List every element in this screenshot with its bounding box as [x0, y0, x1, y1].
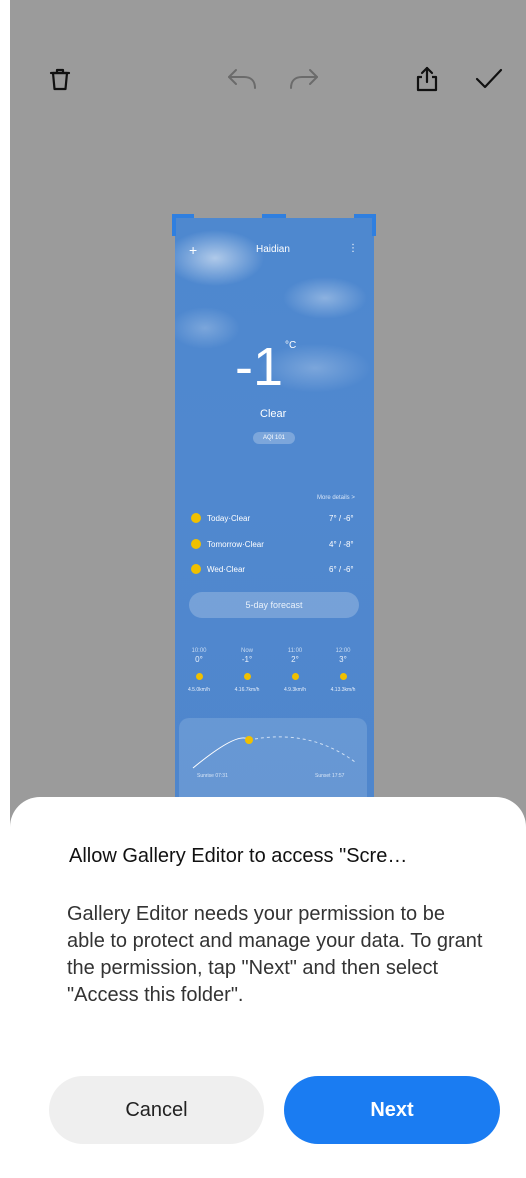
undo-icon[interactable] — [225, 62, 259, 96]
sun-icon — [191, 539, 201, 549]
sunrise-time: Sunrise 07:31 — [197, 773, 228, 779]
five-day-forecast-label: 5-day forecast — [245, 600, 303, 610]
aqi-label: AQI 101 — [262, 435, 285, 441]
confirm-icon[interactable] — [472, 62, 506, 96]
hour-time: 11:00 — [287, 648, 303, 654]
daily-label: Today·Clear — [207, 514, 251, 523]
hour-temp: 3° — [339, 655, 347, 664]
hour-time: 12:00 — [335, 648, 351, 654]
share-icon[interactable] — [410, 62, 444, 96]
city-name: Haidian — [256, 244, 290, 255]
sun-icon — [291, 673, 299, 680]
more-details-link: More details > — [317, 495, 355, 501]
hourly-column: 10:00 0° 4.5.0km/h — [179, 648, 219, 693]
hourly-column: 12:00 3° 4.13.3km/h — [323, 648, 363, 693]
daily-range: 4° / -8° — [329, 540, 354, 549]
sun-icon — [195, 673, 203, 680]
crop-handle-top-center[interactable] — [262, 214, 286, 218]
hour-temp: -1° — [241, 655, 253, 664]
sunset-time: Sunset 17:57 — [315, 773, 345, 779]
sun-icon — [191, 513, 201, 523]
hour-temp: 0° — [195, 655, 203, 664]
hour-time: Now — [240, 648, 253, 654]
daily-label: Wed·Clear — [207, 565, 246, 574]
hour-time: 10:00 — [191, 648, 207, 654]
cancel-button[interactable]: Cancel — [49, 1076, 264, 1144]
more-menu-icon: ⋮ — [348, 243, 358, 254]
hour-temp: 2° — [291, 655, 299, 664]
screenshot-preview[interactable]: + Haidian ⋮ -1 °C Clear AQI 101 More det… — [175, 218, 374, 818]
weather-condition: Clear — [260, 408, 287, 420]
dialog-message: Gallery Editor needs your permission to … — [67, 903, 483, 1006]
hour-wind: 4.13.3km/h — [330, 687, 356, 693]
hour-wind: 4.16.7km/h — [234, 687, 260, 693]
daily-range: 7° / -6° — [329, 514, 354, 523]
crop-handle-top-left-vertical[interactable] — [172, 214, 176, 236]
next-button[interactable]: Next — [284, 1076, 500, 1144]
sun-icon — [339, 673, 347, 680]
five-day-forecast-button: 5-day forecast — [189, 592, 359, 618]
sun-icon — [191, 564, 201, 574]
temperature-unit: °C — [285, 340, 297, 351]
hourly-column: Now -1° 4.16.7km/h — [227, 648, 267, 693]
hour-wind: 4.5.0km/h — [188, 687, 210, 693]
hourly-column: 11:00 2° 4.9.3km/h — [275, 648, 315, 693]
daily-range: 6° / -6° — [329, 565, 354, 574]
redo-icon[interactable] — [287, 62, 321, 96]
permission-dialog: Allow Gallery Editor to access "Scre… Ga… — [10, 797, 526, 1178]
crop-handle-top-right-vertical[interactable] — [372, 214, 376, 236]
left-edge — [0, 0, 10, 1178]
delete-icon[interactable] — [43, 62, 77, 96]
hour-wind: 4.9.3km/h — [284, 687, 306, 693]
add-city-icon: + — [189, 242, 198, 258]
aqi-badge: AQI 101 — [253, 432, 295, 444]
temperature-value: -1 — [235, 337, 284, 397]
sun-icon — [243, 673, 251, 680]
daily-label: Tomorrow·Clear — [207, 540, 264, 549]
dialog-title: Allow Gallery Editor to access "Scre… — [69, 845, 408, 867]
